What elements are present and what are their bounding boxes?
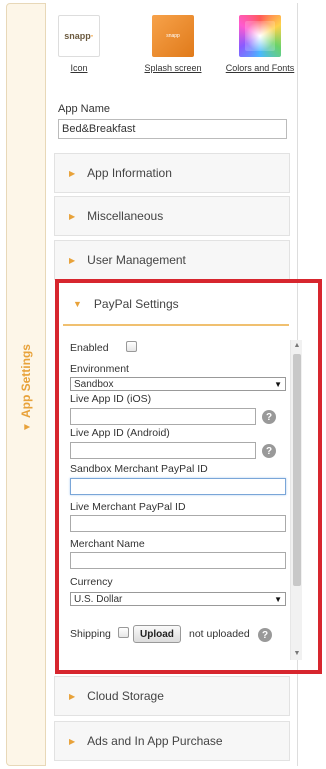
enabled-checkbox[interactable] bbox=[126, 341, 137, 352]
asset-row: snapp · Icon snapp Splash screen Colors a… bbox=[46, 15, 298, 85]
live-app-id-android-input[interactable] bbox=[70, 442, 256, 459]
section-ads-and-in-app-purchase[interactable]: ▶ Ads and In App Purchase bbox=[54, 721, 290, 761]
live-app-id-android-label: Live App ID (Android) bbox=[70, 427, 170, 439]
help-icon[interactable]: ? bbox=[258, 628, 272, 642]
scrollbar-thumb[interactable] bbox=[293, 354, 301, 586]
dropdown-arrow-icon: ▼ bbox=[274, 594, 282, 604]
splash-screen-asset[interactable]: snapp Splash screen bbox=[138, 15, 208, 73]
section-label: Miscellaneous bbox=[87, 209, 164, 223]
environment-value: Sandbox bbox=[74, 378, 114, 390]
icon-asset[interactable]: snapp · Icon bbox=[58, 15, 100, 73]
chevron-right-icon: ▶ bbox=[69, 736, 76, 746]
shipping-label: Shipping bbox=[70, 628, 111, 640]
chevron-down-icon: ▼ bbox=[73, 299, 82, 309]
splash-screen-thumbnail[interactable]: snapp bbox=[152, 15, 194, 57]
live-app-id-ios-input[interactable] bbox=[70, 408, 256, 425]
section-label: PayPal Settings bbox=[93, 297, 179, 311]
app-settings-tab[interactable]: ▼ App Settings bbox=[6, 3, 46, 766]
section-miscellaneous[interactable]: ▶ Miscellaneous bbox=[54, 196, 290, 236]
color-wheel-icon[interactable] bbox=[239, 15, 281, 57]
merchant-name-input[interactable] bbox=[70, 552, 286, 569]
shipping-checkbox[interactable] bbox=[118, 627, 129, 638]
help-icon[interactable]: ? bbox=[262, 444, 276, 458]
app-icon-thumbnail[interactable]: snapp · bbox=[58, 15, 100, 57]
environment-select[interactable]: Sandbox ▼ bbox=[70, 377, 286, 391]
icon-link[interactable]: Icon bbox=[58, 63, 100, 73]
section-label: Ads and In App Purchase bbox=[87, 734, 223, 748]
chevron-down-icon: ▼ bbox=[22, 422, 33, 432]
live-merchant-id-input[interactable] bbox=[70, 515, 286, 532]
app-settings-label-text: App Settings bbox=[19, 344, 33, 419]
help-icon[interactable]: ? bbox=[262, 410, 276, 424]
section-label: User Management bbox=[87, 253, 186, 267]
section-app-information[interactable]: ▶ App Information bbox=[54, 153, 290, 193]
currency-label: Currency bbox=[70, 576, 113, 588]
upload-status: not uploaded bbox=[189, 628, 250, 640]
chevron-right-icon: ▶ bbox=[69, 211, 76, 221]
live-merchant-id-label: Live Merchant PayPal ID bbox=[70, 501, 186, 513]
colors-fonts-asset[interactable]: Colors and Fonts bbox=[222, 15, 298, 73]
paypal-settings-form: Enabled Environment Sandbox ▼ Live App I… bbox=[70, 330, 292, 660]
currency-value: U.S. Dollar bbox=[74, 593, 123, 605]
chevron-right-icon: ▶ bbox=[69, 168, 76, 178]
section-label: Cloud Storage bbox=[87, 689, 164, 703]
currency-select[interactable]: U.S. Dollar ▼ bbox=[70, 592, 286, 606]
icon-thumb-text: snapp bbox=[64, 31, 91, 41]
section-label: App Information bbox=[87, 166, 172, 180]
dropdown-arrow-icon: ▼ bbox=[274, 379, 282, 389]
app-settings-tab-label: ▼ App Settings bbox=[19, 344, 33, 432]
live-app-id-ios-label: Live App ID (iOS) bbox=[70, 393, 152, 405]
paypal-scrollbar[interactable]: ▲ ▼ bbox=[290, 340, 302, 660]
section-user-management[interactable]: ▶ User Management bbox=[54, 240, 290, 280]
upload-button[interactable]: Upload bbox=[133, 625, 181, 643]
app-name-input[interactable] bbox=[58, 119, 287, 139]
colors-and-fonts-link[interactable]: Colors and Fonts bbox=[222, 63, 298, 73]
scroll-up-icon[interactable]: ▲ bbox=[291, 340, 303, 352]
enabled-label: Enabled bbox=[70, 342, 109, 354]
section-paypal-settings[interactable]: ▼ PayPal Settings bbox=[63, 284, 289, 326]
scroll-down-icon[interactable]: ▼ bbox=[291, 648, 303, 660]
chevron-right-icon: ▶ bbox=[69, 255, 76, 265]
sandbox-merchant-id-label: Sandbox Merchant PayPal ID bbox=[70, 463, 208, 475]
environment-label: Environment bbox=[70, 363, 129, 375]
merchant-name-label: Merchant Name bbox=[70, 538, 145, 550]
splash-thumb-text: snapp bbox=[166, 33, 180, 39]
chevron-right-icon: ▶ bbox=[69, 691, 76, 701]
sandbox-merchant-id-input[interactable] bbox=[70, 478, 286, 495]
app-name-label: App Name bbox=[58, 103, 110, 115]
section-cloud-storage[interactable]: ▶ Cloud Storage bbox=[54, 676, 290, 716]
dot-icon: · bbox=[90, 31, 94, 41]
splash-screen-link[interactable]: Splash screen bbox=[138, 63, 208, 73]
